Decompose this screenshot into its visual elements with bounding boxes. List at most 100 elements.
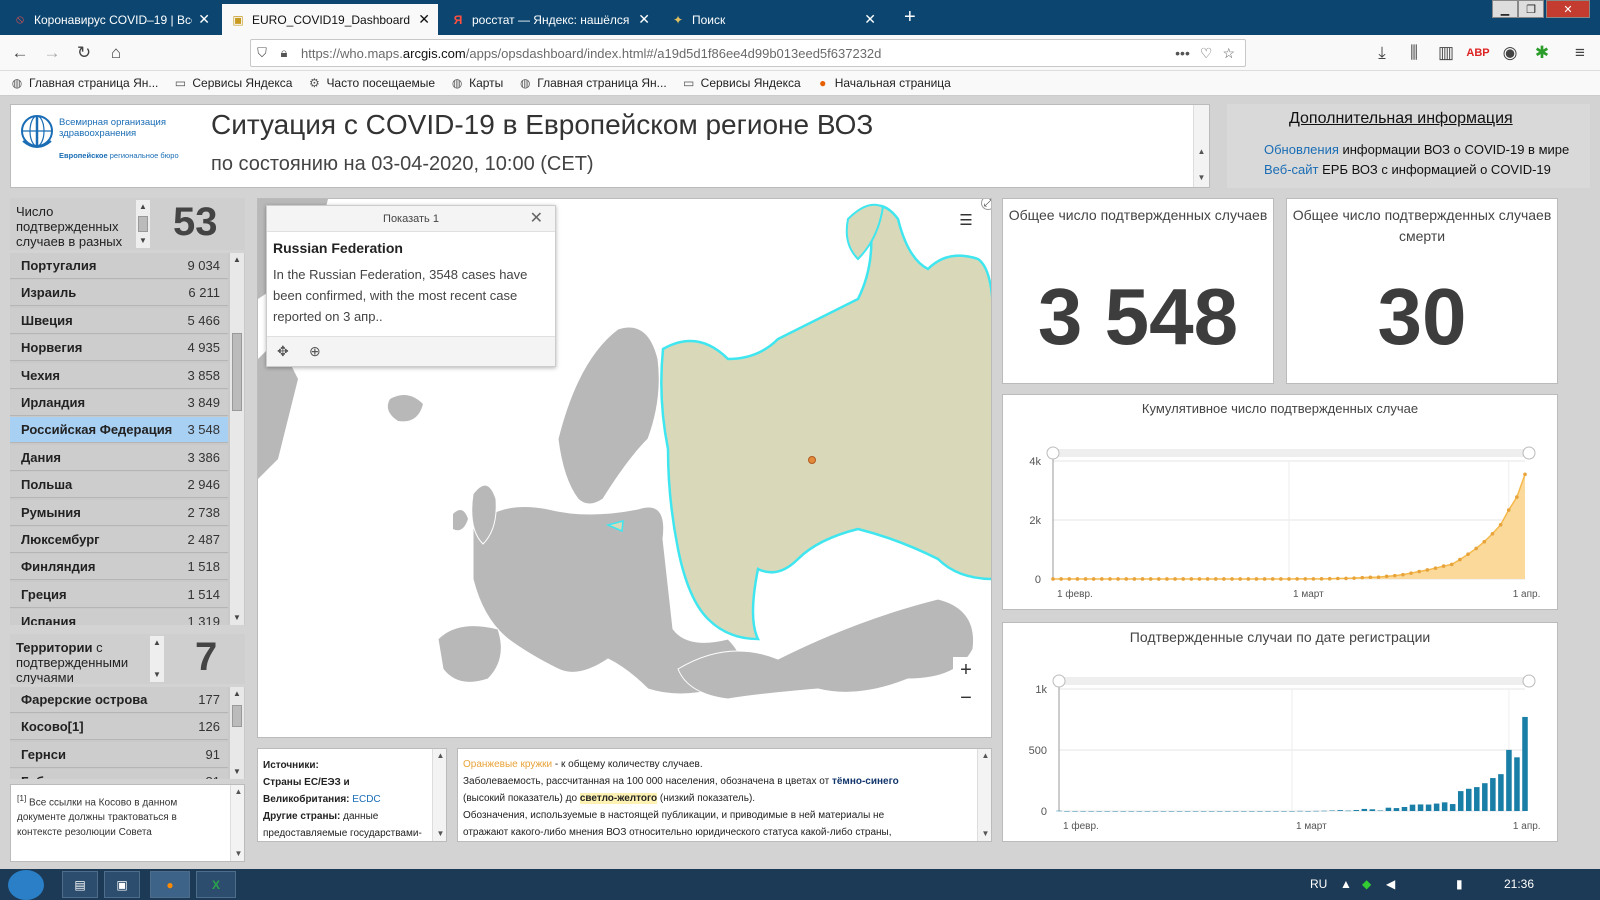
bar[interactable] [1104, 811, 1110, 812]
scroll-thumb[interactable] [232, 333, 242, 411]
back-button[interactable]: ← [8, 41, 32, 65]
bar[interactable] [1498, 774, 1504, 811]
data-point[interactable] [1319, 577, 1324, 581]
data-point[interactable] [1067, 577, 1072, 581]
tray-security-icon[interactable]: ◆ [1362, 877, 1371, 891]
bar[interactable] [1273, 811, 1279, 812]
bar[interactable] [1457, 791, 1464, 811]
pan-icon[interactable]: ✥ [277, 343, 289, 360]
bar[interactable] [1474, 787, 1480, 811]
bar[interactable] [1232, 811, 1239, 812]
scroll-up-icon[interactable]: ▲ [231, 787, 244, 796]
bookmark-item[interactable]: ⚙ Часто посещаемые [307, 76, 435, 90]
bar[interactable] [1257, 811, 1263, 812]
legend-scrollbar[interactable]: ▲ ▼ [977, 749, 991, 841]
data-point[interactable] [1116, 577, 1120, 581]
account-icon[interactable]: ◉ [1498, 41, 1522, 65]
data-point[interactable] [1181, 577, 1186, 581]
footnote-scrollbar[interactable]: ▲ ▼ [230, 785, 244, 861]
bar[interactable] [1224, 811, 1231, 812]
range-slider-handle-left[interactable] [1046, 446, 1060, 460]
data-point[interactable] [1108, 577, 1112, 581]
maximize-button[interactable]: ❐ [1518, 0, 1544, 18]
bar[interactable] [1482, 783, 1488, 811]
scroll-down-icon[interactable]: ▼ [1194, 173, 1209, 182]
bar[interactable] [1409, 804, 1416, 811]
bar[interactable] [1522, 716, 1528, 811]
bar[interactable] [1289, 811, 1295, 812]
bar[interactable] [1136, 811, 1143, 812]
range-slider[interactable] [1059, 677, 1531, 685]
list-item[interactable]: Дания 3 386 [10, 444, 228, 471]
info-title[interactable]: Дополнительная информация [1289, 110, 1513, 128]
tray-network-icon[interactable]: ▮ [1456, 877, 1463, 891]
data-point[interactable] [1100, 577, 1104, 581]
data-point[interactable] [1165, 577, 1169, 581]
bar[interactable] [1353, 810, 1360, 811]
data-point[interactable] [1213, 577, 1218, 581]
bar[interactable] [1337, 810, 1343, 811]
tray-expand-icon[interactable]: ▲ [1340, 877, 1352, 891]
bar[interactable] [1506, 749, 1512, 811]
data-point[interactable] [1075, 577, 1080, 581]
scroll-up-icon[interactable]: ▲ [433, 751, 446, 760]
layer-list-icon[interactable]: ☰ [953, 207, 979, 233]
lock-icon[interactable]: 🔒︎ [273, 45, 295, 61]
scroll-down-icon[interactable]: ▼ [231, 849, 244, 858]
data-point[interactable] [1287, 577, 1291, 581]
data-point[interactable] [1474, 546, 1478, 551]
range-slider[interactable] [1053, 449, 1531, 457]
bar[interactable] [1433, 803, 1440, 811]
data-point[interactable] [1376, 575, 1381, 579]
home-button[interactable]: ⌂ [104, 41, 128, 65]
bar[interactable] [1120, 811, 1127, 812]
download-icon[interactable]: ⤓ [1370, 41, 1394, 65]
bar[interactable] [1168, 811, 1175, 812]
taskbar-firefox[interactable]: ● [150, 871, 190, 898]
list-item[interactable]: Гибралтар 81 [10, 769, 228, 779]
close-icon[interactable]: ✕ [638, 11, 650, 28]
close-icon[interactable]: ✕ [864, 11, 876, 28]
close-icon[interactable]: ✕ [418, 11, 430, 28]
close-icon[interactable]: ✕ [530, 206, 543, 232]
bookmark-item[interactable]: ▭ Сервисы Яндекса [173, 76, 293, 90]
start-button[interactable] [8, 870, 44, 900]
data-point[interactable] [1262, 577, 1267, 581]
bar[interactable] [1329, 810, 1335, 812]
scroll-up-icon[interactable]: ▲ [136, 202, 150, 211]
forward-button[interactable]: → [40, 41, 64, 65]
scroll-down-icon[interactable]: ▼ [136, 236, 150, 245]
scroll-down-icon[interactable]: ▼ [978, 829, 991, 838]
bar[interactable] [1490, 778, 1496, 811]
bar[interactable] [1305, 811, 1311, 812]
taskbar-explorer[interactable]: ▣ [104, 871, 140, 898]
list-item[interactable]: Швеция 5 466 [10, 307, 228, 334]
list-item[interactable]: Румыния 2 738 [10, 499, 228, 526]
data-point[interactable] [1295, 577, 1299, 581]
scroll-thumb[interactable] [138, 216, 148, 232]
list-item[interactable]: Люксембург 2 487 [10, 527, 228, 553]
data-point[interactable] [1303, 577, 1308, 581]
list-item[interactable]: Российская Федерация 3 548 [10, 417, 228, 444]
bar[interactable] [1128, 811, 1135, 812]
territories-header-scrollbar[interactable]: ▲ ▼ [150, 636, 164, 682]
browser-tab-4[interactable]: ✦ Поиск ✕ [662, 4, 884, 35]
bar[interactable] [1064, 811, 1070, 812]
data-point[interactable] [1515, 495, 1519, 499]
data-point[interactable] [1401, 572, 1405, 577]
list-item[interactable]: Фарерские острова 177 [10, 687, 228, 713]
tray-volume-icon[interactable]: ◀ [1386, 877, 1395, 891]
list-item[interactable]: Гернси 91 [10, 741, 228, 768]
taskbar-excel[interactable]: X [196, 871, 236, 898]
data-point[interactable] [1222, 577, 1226, 581]
data-point[interactable] [1425, 568, 1430, 572]
shield-icon[interactable]: ⛉ [251, 45, 273, 61]
data-point[interactable] [1270, 577, 1275, 581]
scroll-up-icon[interactable]: ▲ [1194, 147, 1209, 156]
minimize-button[interactable]: ▁ [1492, 0, 1518, 18]
fullscreen-icon[interactable]: ⤢ [981, 199, 991, 210]
data-point[interactable] [1417, 569, 1422, 574]
data-point[interactable] [1352, 576, 1356, 580]
territories-list-scrollbar[interactable]: ▲ ▼ [230, 687, 244, 779]
tray-clock[interactable]: 21:36 [1504, 877, 1534, 891]
